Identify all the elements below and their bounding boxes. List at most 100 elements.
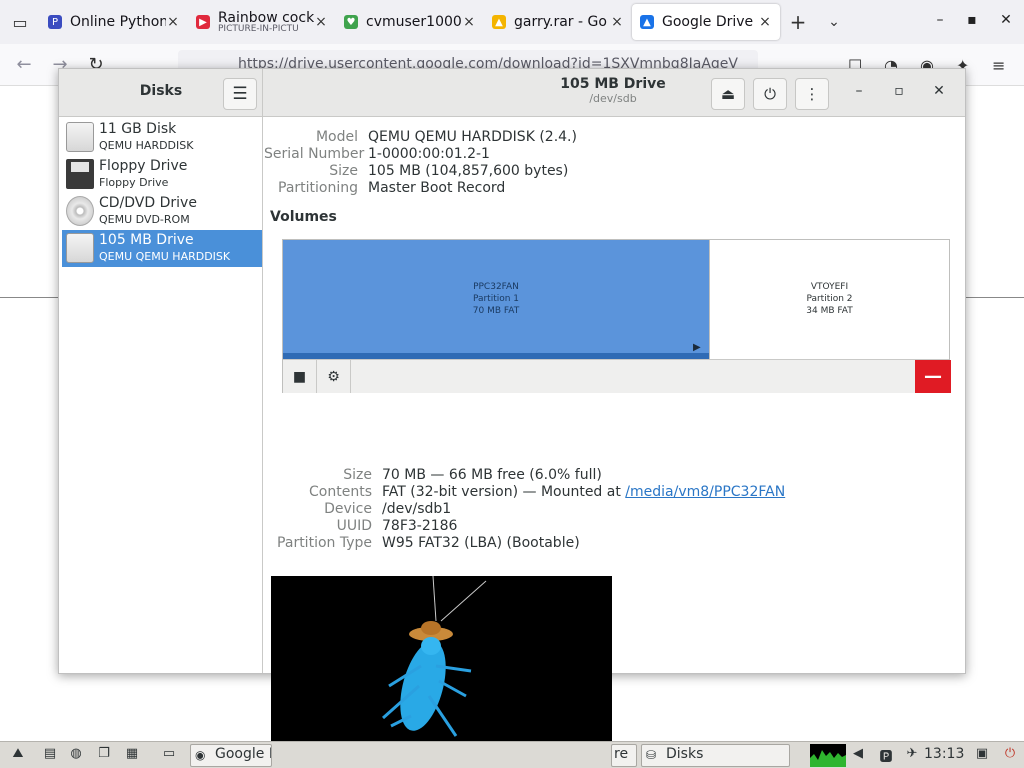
sidebar-item-105mb-drive[interactable]: 105 MB Drive QEMU QEMU HARDDISK: [62, 230, 262, 267]
sidebar-item-cd-dvd-drive[interactable]: CD/DVD Drive QEMU DVD-ROM: [62, 193, 262, 230]
network-tray-icon[interactable]: ✈: [902, 746, 922, 764]
window-header: Disks ☰ 105 MB Drive /dev/sdb ⏏ ⏻ ⋮ – ▫ …: [59, 69, 965, 117]
part-row-uuid: UUID 78F3-2186: [264, 518, 458, 534]
info-key: Model: [315, 129, 358, 145]
back-icon[interactable]: ←: [6, 54, 42, 75]
menu-icon[interactable]: ≡: [992, 56, 1005, 75]
device-name: 105 MB Drive: [99, 232, 194, 248]
close-icon[interactable]: ✕: [929, 83, 949, 99]
list-tabs-icon[interactable]: ▭: [0, 0, 40, 44]
partition-name: PPC32FAN: [473, 282, 519, 292]
device-model: QEMU QEMU HARDDISK: [99, 250, 231, 263]
taskbar-task-other[interactable]: re: [611, 744, 637, 767]
new-tab-icon[interactable]: +: [780, 10, 816, 34]
partition-number: Partition 2: [806, 294, 853, 304]
start-menu-icon[interactable]: ⛰: [4, 746, 32, 764]
eject-button[interactable]: ⏏: [711, 78, 745, 110]
python-favicon-icon: P: [48, 15, 62, 29]
close-icon[interactable]: ✕: [996, 12, 1016, 28]
chevron-down-icon[interactable]: ⌄: [816, 14, 852, 30]
info-key: Contents: [309, 484, 372, 500]
close-tab-icon[interactable]: ×: [166, 14, 180, 30]
device-name: 11 GB Disk: [99, 121, 177, 137]
close-tab-icon[interactable]: ×: [462, 14, 476, 30]
windows-icon[interactable]: ❐: [94, 746, 114, 764]
volume-toolbar: ■ ⚙ —: [283, 359, 951, 393]
info-value: 105 MB (104,857,600 bytes): [368, 163, 569, 179]
partition-2-block[interactable]: VTOYEFI Partition 2 34 MB FAT: [709, 240, 949, 359]
partition-size: 70 MB FAT: [472, 306, 520, 316]
info-key: UUID: [336, 518, 372, 534]
terminal-icon[interactable]: ▦: [122, 746, 142, 764]
youtube-favicon-icon: ▶: [196, 15, 210, 29]
tab-garry[interactable]: ▲ garry.rar - Go ×: [484, 4, 632, 40]
partition-size: 34 MB FAT: [806, 306, 853, 316]
taskbar-task-disks[interactable]: ⛁ Disks: [641, 744, 790, 767]
partition-name: VTOYEFI: [810, 282, 849, 292]
device-model: Floppy Drive: [99, 176, 169, 189]
hamburger-menu-button[interactable]: ☰: [223, 78, 257, 110]
device-list: 11 GB Disk QEMU HARDDISK Floppy Drive Fl…: [60, 117, 263, 673]
info-key: Partition Type: [277, 535, 372, 551]
screen-icon[interactable]: ▣: [972, 746, 992, 764]
cockroach-video-frame: [382, 576, 487, 737]
info-row-partitioning: Partitioning Master Boot Record: [264, 180, 505, 196]
kebab-menu-icon: ⋮: [804, 85, 820, 103]
taskbar-task-firefox[interactable]: ◉ Google D: [190, 744, 272, 767]
network-icon[interactable]: ◍: [66, 746, 86, 764]
tab-title: garry.rar - Go: [514, 14, 607, 30]
page-divider: [0, 297, 58, 298]
part-row-contents: Contents FAT (32-bit version) — Mounted a…: [264, 484, 785, 500]
drive-favicon-icon: ▲: [640, 15, 654, 29]
power-icon[interactable]: ⏻: [1000, 746, 1020, 764]
drive-menu-button[interactable]: ⋮: [795, 78, 829, 110]
gears-icon: ⚙: [327, 368, 340, 385]
part-row-device: Device/dev/sdb1: [264, 501, 451, 517]
clipboard-icon[interactable]: 🅿: [876, 746, 896, 765]
picture-in-picture-video[interactable]: [271, 576, 612, 768]
stop-icon: ■: [292, 368, 307, 385]
mount-point-link[interactable]: /media/vm8/PPC32FAN: [625, 484, 785, 500]
tab-google-drive[interactable]: ▲ Google Drive ×: [632, 4, 780, 40]
files-icon[interactable]: ▤: [40, 746, 60, 764]
volume-icon[interactable]: ◀: [848, 746, 868, 764]
task-label: Google D: [215, 746, 271, 762]
minimize-icon[interactable]: –: [930, 12, 950, 28]
sidebar-item-floppy-drive[interactable]: Floppy Drive Floppy Drive: [62, 156, 262, 193]
info-key: Device: [324, 501, 372, 517]
info-value: QEMU QEMU HARDDISK (2.4.): [368, 129, 577, 145]
close-tab-icon[interactable]: ×: [610, 14, 624, 30]
info-row-size: Size 105 MB (104,857,600 bytes): [264, 163, 568, 179]
clock[interactable]: 13:13: [924, 746, 964, 762]
minimize-icon[interactable]: –: [849, 83, 869, 99]
info-row-serial: Serial Number 1-0000:00:01.2-1: [264, 146, 490, 162]
desktop-icon[interactable]: ▭: [154, 746, 184, 764]
maximize-icon[interactable]: ▫: [889, 83, 909, 99]
task-label: re: [614, 746, 629, 762]
power-off-button[interactable]: ⏻: [753, 78, 787, 110]
partition-label: VTOYEFI Partition 2 34 MB FAT: [710, 281, 949, 317]
partition-options-button[interactable]: ⚙: [317, 360, 351, 393]
maximize-icon[interactable]: ▪: [962, 12, 982, 28]
tab-title: cvmuser1000: [366, 14, 462, 30]
sidebar-header: Disks ☰: [59, 69, 263, 117]
tab-title-block: Rainbow cock PICTURE-IN-PICTU: [218, 10, 314, 34]
info-value: FAT (32-bit version) — Mounted at /media…: [382, 484, 785, 500]
tab-online-python[interactable]: P Online Python ×: [40, 4, 188, 40]
minus-icon: —: [924, 366, 942, 387]
close-tab-icon[interactable]: ×: [314, 14, 328, 30]
unmount-button[interactable]: ■: [283, 360, 317, 393]
taskbar: ⛰ ▤ ◍ ❐ ▦ ▭ ◉ Google D re ⛁ Disks ◀ 🅿 ✈ …: [0, 741, 1024, 768]
close-tab-icon[interactable]: ×: [758, 14, 772, 30]
info-value: 70 MB — 66 MB free (6.0% full): [382, 467, 602, 483]
disks-icon: ⛁: [646, 748, 657, 762]
sidebar-item-11gb-disk[interactable]: 11 GB Disk QEMU HARDDISK: [62, 119, 262, 156]
contents-text: FAT (32-bit version) — Mounted at: [382, 484, 626, 500]
hard-disk-icon: [66, 233, 94, 263]
info-key: Serial Number: [264, 146, 365, 162]
tab-cvmuser[interactable]: ♥ cvmuser1000 ×: [336, 4, 484, 40]
delete-partition-button[interactable]: —: [915, 360, 951, 393]
tab-rainbow[interactable]: ▶ Rainbow cock PICTURE-IN-PICTU ×: [188, 4, 336, 40]
partition-1-block[interactable]: PPC32FAN Partition 1 70 MB FAT ▶: [283, 240, 709, 359]
power-icon: ⏻: [764, 85, 776, 103]
